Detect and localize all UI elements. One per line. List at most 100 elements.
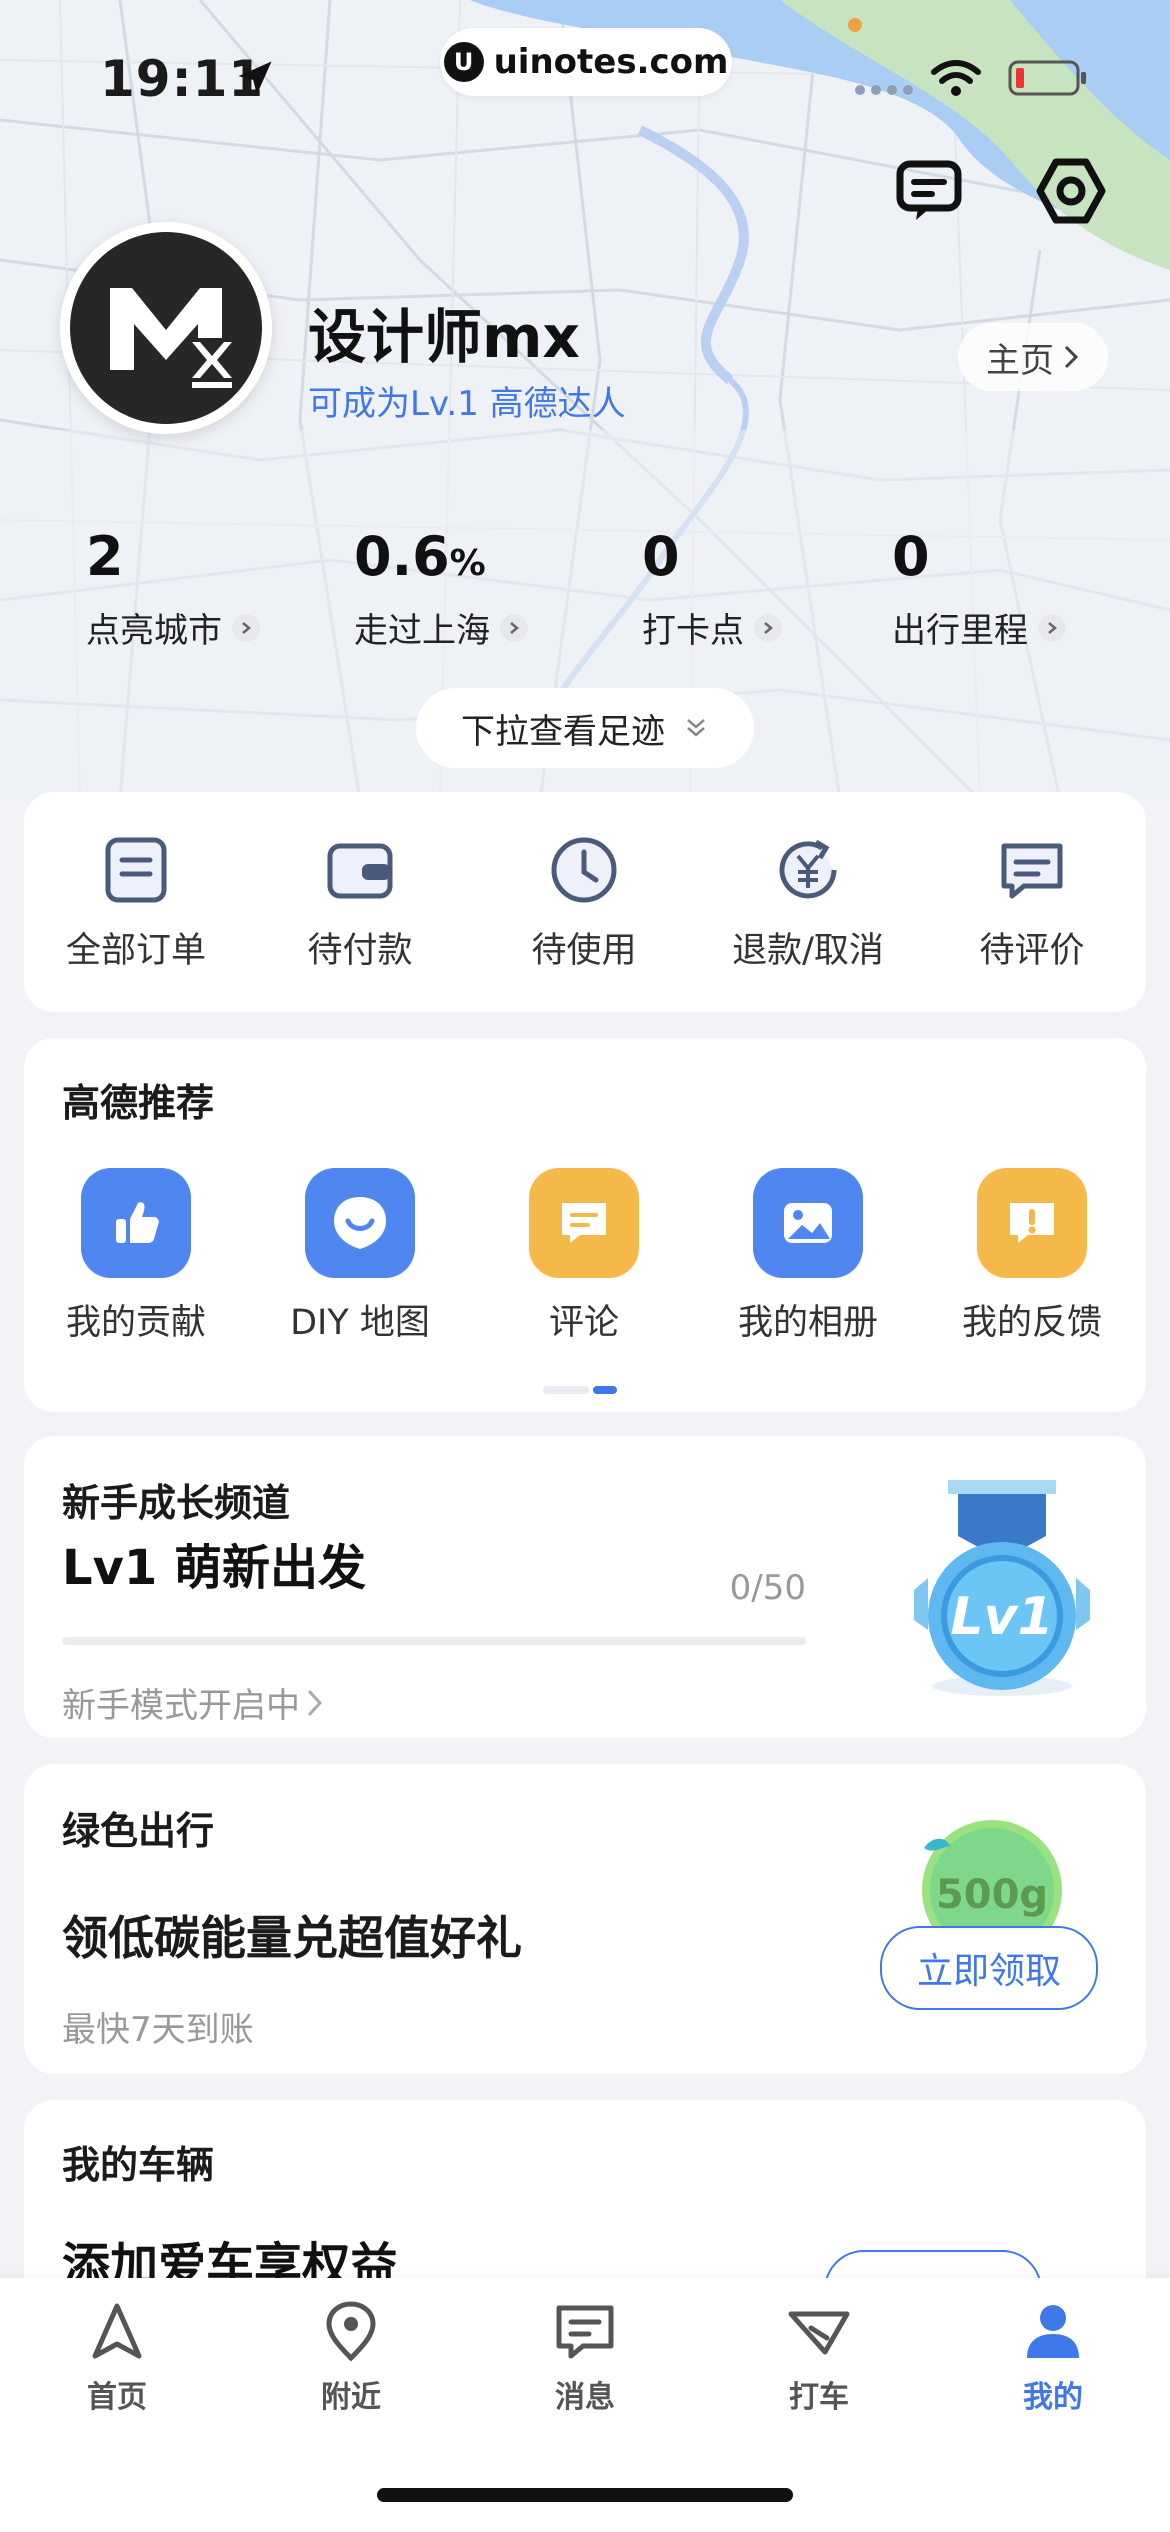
rec-my-contribution[interactable]: 我的贡献 (24, 1168, 248, 1345)
person-icon (1027, 2305, 1079, 2358)
cellular-signal-icon (855, 85, 913, 95)
order-refund[interactable]: 退款/取消 (696, 832, 920, 973)
stat-label: 打卡点 (642, 611, 744, 651)
rec-label: DIY 地图 (290, 1303, 430, 1343)
smile-pin-icon (305, 1168, 415, 1278)
growth-progress-bar (62, 1637, 806, 1645)
battery-icon (1008, 60, 1086, 96)
order-label: 待评价 (979, 931, 1085, 971)
tab-taxi[interactable]: 打车 (702, 2300, 936, 2416)
tab-me[interactable]: 我的 (936, 2300, 1170, 2416)
rec-my-album[interactable]: 我的相册 (696, 1168, 920, 1345)
order-label: 全部订单 (65, 931, 206, 971)
homepage-button-label: 主页 (986, 340, 1054, 381)
pull-down-footprint-button[interactable]: 下拉查看足迹 (416, 688, 754, 768)
rec-my-feedback[interactable]: 我的反馈 (920, 1168, 1144, 1345)
tab-home[interactable]: 首页 (0, 2300, 234, 2416)
home-indicator (377, 2488, 793, 2502)
photo-icon (753, 1168, 863, 1278)
rec-comments[interactable]: 评论 (472, 1168, 696, 1345)
rec-label: 评论 (548, 1303, 619, 1343)
chevron-right-icon (754, 613, 782, 642)
avatar-logo-icon (110, 288, 232, 388)
pull-hint-label: 下拉查看足迹 (461, 711, 665, 752)
growth-progress-text: 0/50 (729, 1568, 806, 1608)
order-label: 待付款 (307, 931, 413, 971)
green-travel-card[interactable]: 绿色出行 领低碳能量兑超值好礼 最快7天到账 500g 立即领取 (24, 1764, 1146, 2074)
tab-messages[interactable]: 消息 (468, 2300, 702, 2416)
clock-icon (551, 837, 617, 903)
order-pending-payment[interactable]: 待付款 (248, 832, 472, 973)
stat-checkin-points[interactable]: 0 打卡点 (642, 522, 782, 652)
refund-icon (779, 839, 837, 899)
hexagon-settings-icon[interactable] (1034, 154, 1108, 228)
chevron-right-icon (500, 613, 528, 642)
tab-label: 首页 (87, 2380, 147, 2415)
stat-shanghai-coverage[interactable]: 0.6% 走过上海 (354, 522, 528, 652)
wallet-icon (327, 843, 393, 899)
claim-button[interactable]: 立即领取 (880, 1926, 1098, 2010)
stat-label: 点亮城市 (86, 611, 222, 651)
document-icon (105, 837, 167, 903)
recommend-title: 高德推荐 (62, 1081, 215, 1125)
watermark-text: uinotes.com (493, 42, 729, 82)
level-medal-icon: Lv1 (914, 1480, 1090, 1696)
taxi-flag-icon (788, 2311, 850, 2355)
message-icon (556, 2305, 614, 2359)
energy-badge-text: 500g (936, 1872, 1048, 1918)
stat-value: 0 (892, 525, 930, 588)
chevron-right-icon (1064, 345, 1079, 369)
order-all[interactable]: 全部订单 (24, 832, 248, 973)
tab-label: 消息 (555, 2380, 615, 2415)
username: 设计师mx (308, 303, 580, 371)
medal-text: Lv1 (950, 1587, 1053, 1647)
growth-subtitle: 新手模式开启中 (62, 1686, 300, 1726)
watermark-logo-icon: U (443, 42, 484, 82)
location-arrow-icon (238, 61, 272, 95)
order-label: 退款/取消 (732, 931, 884, 971)
double-chevron-down-icon (687, 719, 705, 737)
feedback-icon (977, 1168, 1087, 1278)
watermark-pill: U uinotes.com (440, 28, 732, 96)
vehicle-title: 我的车辆 (62, 2143, 215, 2187)
tab-label: 附近 (321, 2380, 381, 2415)
order-label: 待使用 (531, 931, 637, 971)
homepage-button[interactable]: 主页 (958, 323, 1108, 391)
stat-value: 0.6% (354, 525, 486, 588)
navigation-arrow-icon (92, 2303, 142, 2359)
avatar[interactable] (70, 232, 262, 424)
stat-value: 2 (86, 525, 124, 588)
message-icon[interactable] (892, 154, 966, 228)
orders-card: 全部订单 待付款 待使用 退款/取消 待评价 (24, 792, 1146, 1012)
rec-diy-map[interactable]: DIY 地图 (248, 1168, 472, 1345)
stat-value: 0 (642, 525, 680, 588)
chevron-right-icon (232, 613, 260, 642)
green-title: 绿色出行 (62, 1809, 215, 1853)
stat-lit-cities[interactable]: 2 点亮城市 (86, 522, 260, 652)
growth-level-title: Lv1 萌新出发 (62, 1540, 366, 1596)
order-to-review[interactable]: 待评价 (920, 832, 1144, 973)
thumbs-up-icon (81, 1168, 191, 1278)
comment-icon (529, 1168, 639, 1278)
review-icon (1001, 843, 1063, 899)
stat-label: 走过上海 (354, 611, 490, 651)
tab-label: 打车 (789, 2380, 849, 2415)
rec-label: 我的贡献 (65, 1303, 206, 1343)
wifi-icon (931, 60, 981, 96)
order-to-use[interactable]: 待使用 (472, 832, 696, 973)
level-hint-link[interactable]: 可成为Lv.1 高德达人 (308, 376, 626, 425)
rec-label: 我的相册 (737, 1303, 878, 1343)
newbie-mode-link[interactable]: 新手模式开启中 (62, 1678, 326, 1727)
rec-label: 我的反馈 (961, 1303, 1102, 1343)
location-pin-icon (326, 2301, 376, 2362)
growth-title: 新手成长频道 (62, 1481, 291, 1525)
stat-travel-mileage[interactable]: 0 出行里程 (892, 522, 1066, 652)
growth-card[interactable]: 新手成长频道 Lv1 萌新出发 0/50 新手模式开启中 Lv1 (24, 1436, 1146, 1738)
recommend-card: 高德推荐 我的贡献 DIY 地图 评论 我的相册 我的反馈 (24, 1038, 1146, 1412)
page-indicator (543, 1386, 617, 1394)
stat-label: 出行里程 (892, 611, 1028, 651)
tab-label: 我的 (1023, 2380, 1083, 2415)
green-headline: 领低碳能量兑超值好礼 (62, 1911, 522, 1965)
tab-nearby[interactable]: 附近 (234, 2300, 468, 2416)
chevron-right-icon (307, 1689, 323, 1716)
